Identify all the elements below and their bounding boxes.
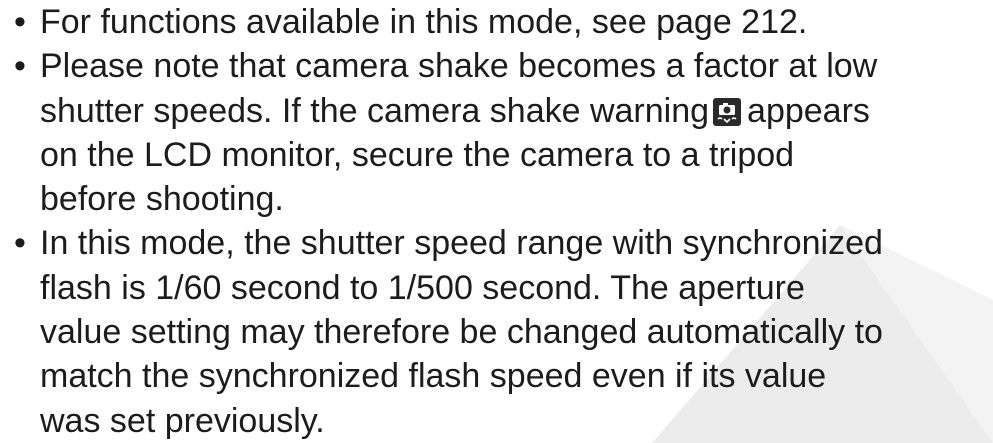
- bullet-text-line: match the synchronized flash speed even …: [40, 357, 827, 396]
- camera-shake-warning-icon: [712, 97, 742, 127]
- bullet-text-fragment: appears: [747, 91, 870, 130]
- bullet-text-line: flash is 1/60 second to 1/500 second. Th…: [40, 268, 805, 307]
- bullet-camera-shake: Please note that camera shake becomes a …: [0, 44, 993, 221]
- bullet-functions: For functions available in this mode, se…: [0, 0, 993, 45]
- bullet-text-line: In this mode, the shutter speed range wi…: [40, 224, 883, 263]
- bullet-text-line: Please note that camera shake becomes a …: [40, 47, 878, 86]
- bullet-text-line: before shooting.: [40, 180, 284, 219]
- bullet-text-line: value setting may therefore be changed a…: [40, 313, 883, 352]
- bullet-text-line: on the LCD monitor, secure the camera to…: [40, 135, 795, 174]
- bullet-text-line-with-icon: shutter speeds. If the camera shake warn…: [40, 89, 993, 133]
- bullet-text-fragment: shutter speeds. If the camera shake warn…: [40, 91, 710, 130]
- document-bullet-list: For functions available in this mode, se…: [0, 0, 993, 443]
- bullet-text-line: For functions available in this mode, se…: [40, 3, 808, 41]
- bullet-text-line: was set previously.: [40, 401, 325, 440]
- bullet-flash-sync: In this mode, the shutter speed range wi…: [0, 221, 993, 442]
